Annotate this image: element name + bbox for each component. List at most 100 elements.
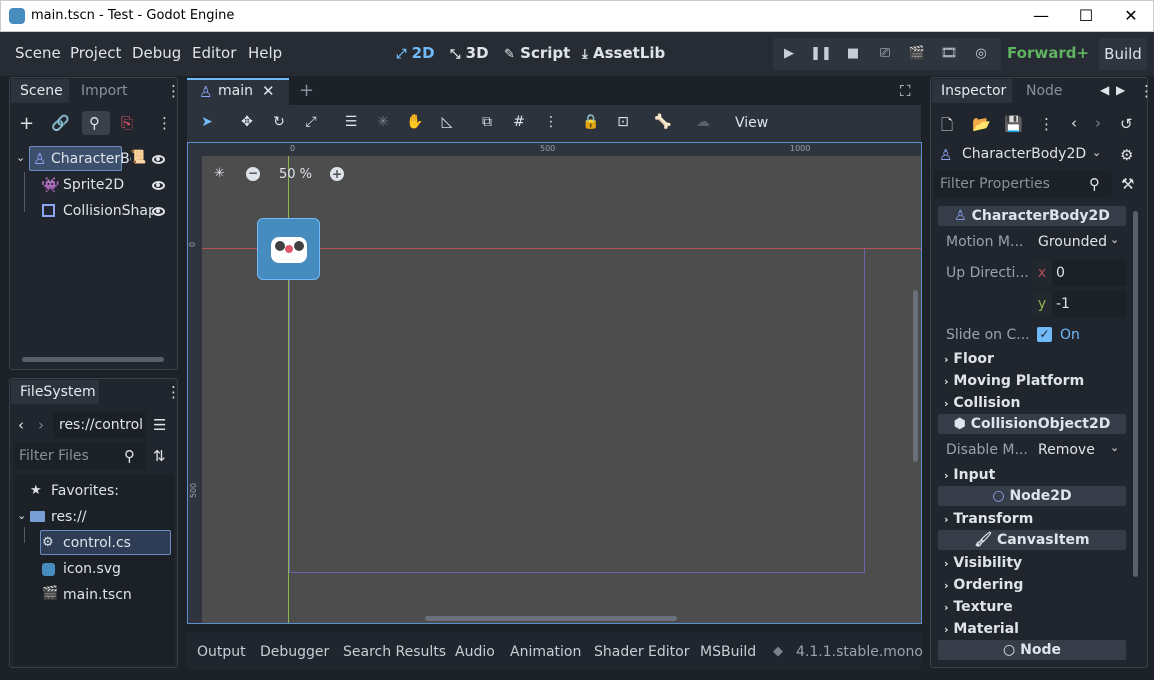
collapse-arrow-icon[interactable]: ⌄ <box>16 151 25 164</box>
dock-menu-icon[interactable]: ⋮ <box>166 383 181 401</box>
prop-up-direction-x[interactable]: x 0 <box>1032 260 1126 286</box>
prop-up-direction-y[interactable]: y -1 <box>1032 291 1126 317</box>
scene-tree-menu-icon[interactable]: ⋮ <box>157 114 172 132</box>
new-resource-icon[interactable]: 🗋 <box>941 115 953 140</box>
bone-icon[interactable]: 🦴 <box>653 114 673 132</box>
category-texture[interactable]: › Texture <box>944 599 1013 615</box>
visibility-eye-icon[interactable] <box>152 207 165 216</box>
dock-menu-icon[interactable]: ⋮ <box>166 82 181 100</box>
history-icon[interactable]: ↺ <box>1120 115 1133 133</box>
pause-icon[interactable]: ❚❚ <box>807 43 835 65</box>
section-node2d[interactable]: ○ Node2D <box>938 486 1126 506</box>
minimize-button[interactable]: — <box>1018 5 1064 29</box>
grid-snap-icon[interactable]: # <box>509 114 529 132</box>
select-tool-icon[interactable]: ➤ <box>197 114 217 132</box>
prop-motion-mode-select[interactable]: Grounded ⌄ <box>1032 229 1126 255</box>
workspace-3d-button[interactable]: ⤡ 3D <box>450 44 489 62</box>
tab-scene[interactable]: Scene <box>20 83 63 99</box>
ruler-tool-icon[interactable]: ◺ <box>437 114 457 132</box>
menu-editor[interactable]: Editor <box>192 44 236 62</box>
instance-scene-icon[interactable]: 🔗 <box>51 114 70 132</box>
category-moving-platform[interactable]: › Moving Platform <box>944 373 1084 389</box>
stop-icon[interactable]: ■ <box>839 43 867 65</box>
bottom-tab-output[interactable]: Output <box>197 644 246 660</box>
section-node[interactable]: ○ Node <box>938 640 1126 660</box>
zoom-level[interactable]: 50 % <box>279 167 312 182</box>
category-ordering[interactable]: › Ordering <box>944 577 1023 593</box>
split-view-icon[interactable]: ☰ <box>153 416 166 434</box>
script-attached-icon[interactable]: 📜 <box>130 150 146 165</box>
tab-filesystem[interactable]: FileSystem <box>20 384 96 400</box>
chevron-down-icon[interactable]: ⌄ <box>1092 146 1101 159</box>
file-main-tscn[interactable]: main.tscn <box>63 587 132 603</box>
menu-help[interactable]: Help <box>248 44 282 62</box>
renderer-select[interactable]: Forward+ ⌄ <box>1007 44 1107 62</box>
workspace-2d-button[interactable]: ⤢ 2D <box>396 44 435 62</box>
close-window-button[interactable]: ✕ <box>1108 5 1154 29</box>
category-transform[interactable]: › Transform <box>944 511 1033 527</box>
menu-debug[interactable]: Debug <box>132 44 181 62</box>
chevron-left-icon[interactable]: ◀ <box>1100 83 1109 97</box>
tab-node[interactable]: Node <box>1026 83 1063 99</box>
workspace-script-button[interactable]: ✎ Script <box>504 44 570 62</box>
forward-arrow-icon[interactable]: › <box>38 416 44 434</box>
remote-debug-icon[interactable]: ⎚ <box>871 43 899 65</box>
bottom-tab-search-results[interactable]: Search Results <box>343 644 446 660</box>
tree-node-collisionshape[interactable]: CollisionShap <box>63 203 153 219</box>
prop-slide-checkbox[interactable]: ✓ On <box>1032 322 1126 348</box>
section-collisionobject2d[interactable]: ⬢ CollisionObject2D <box>938 414 1126 434</box>
tab-inspector[interactable]: Inspector <box>941 83 1006 99</box>
distraction-free-icon[interactable]: ⛶ <box>900 82 911 100</box>
prop-disable-mode-select[interactable]: Remove ⌄ <box>1032 437 1126 463</box>
history-back-icon[interactable]: ‹ <box>1071 114 1077 132</box>
smart-snap-icon[interactable]: ⧉ <box>477 114 497 132</box>
zoom-in-icon[interactable]: + <box>330 167 344 181</box>
inspector-tools-icon[interactable]: ⚒ <box>1121 175 1134 193</box>
section-characterbody2d[interactable]: ♙ CharacterBody2D <box>938 206 1126 226</box>
attach-script-icon[interactable]: ⎘ <box>121 114 133 132</box>
play-scene-icon[interactable]: 🎬 <box>903 43 931 65</box>
visibility-eye-icon[interactable] <box>152 181 165 190</box>
workspace-assetlib-button[interactable]: ⤓ AssetLib <box>582 44 665 62</box>
resource-menu-icon[interactable]: ⋮ <box>1039 115 1054 133</box>
menu-scene[interactable]: Scene <box>15 44 61 62</box>
object-properties-icon[interactable]: ⚙ <box>1120 146 1133 164</box>
category-visibility[interactable]: › Visibility <box>944 555 1022 571</box>
history-forward-icon[interactable]: › <box>1095 114 1101 132</box>
sort-icon[interactable]: ⇅ <box>153 447 166 465</box>
view-menu[interactable]: View <box>735 115 768 131</box>
rotate-tool-icon[interactable]: ↻ <box>269 114 289 132</box>
bottom-tab-debugger[interactable]: Debugger <box>260 644 329 660</box>
scale-tool-icon[interactable]: ⤢ <box>301 114 321 132</box>
tab-import[interactable]: Import <box>81 83 127 99</box>
build-button[interactable]: Build <box>1099 38 1147 70</box>
viewport-hscrollbar[interactable] <box>425 616 677 621</box>
tree-node-sprite2d[interactable]: Sprite2D <box>63 177 124 193</box>
chevron-right-icon[interactable]: ▶ <box>1116 83 1125 97</box>
center-view-icon[interactable]: ✳ <box>214 166 225 181</box>
close-tab-icon[interactable]: ✕ <box>262 82 275 100</box>
snap-options-icon[interactable]: ⋮ <box>541 114 561 132</box>
pivot-tool-icon[interactable]: ✳ <box>373 114 393 132</box>
favorites-item[interactable]: Favorites: <box>51 483 119 499</box>
pan-tool-icon[interactable]: ✋ <box>405 114 425 132</box>
group-icon[interactable]: ⊡ <box>613 114 633 132</box>
add-node-icon[interactable]: + <box>19 113 34 134</box>
onion-skin-icon[interactable]: ☁ <box>693 114 713 132</box>
category-floor[interactable]: › Floor <box>944 351 994 367</box>
inspector-scrollbar[interactable] <box>1133 211 1138 577</box>
viewport-vscrollbar[interactable] <box>913 290 918 462</box>
bottom-tab-audio[interactable]: Audio <box>455 644 495 660</box>
category-material[interactable]: › Material <box>944 621 1019 637</box>
scene-tree-hscrollbar[interactable] <box>22 357 164 362</box>
sprite-godot-icon[interactable] <box>257 218 320 280</box>
lock-icon[interactable]: 🔒 <box>581 114 601 132</box>
play-icon[interactable]: ▶ <box>775 43 803 65</box>
res-folder-item[interactable]: res:// <box>51 509 87 525</box>
bottom-tab-animation[interactable]: Animation <box>510 644 581 660</box>
play-custom-scene-icon[interactable]: 🎞 <box>935 43 963 65</box>
move-tool-icon[interactable]: ✥ <box>237 114 257 132</box>
movie-maker-icon[interactable]: ◎ <box>967 43 995 65</box>
category-input[interactable]: › Input <box>944 467 995 483</box>
collapse-arrow-icon[interactable]: ⌄ <box>17 509 26 522</box>
